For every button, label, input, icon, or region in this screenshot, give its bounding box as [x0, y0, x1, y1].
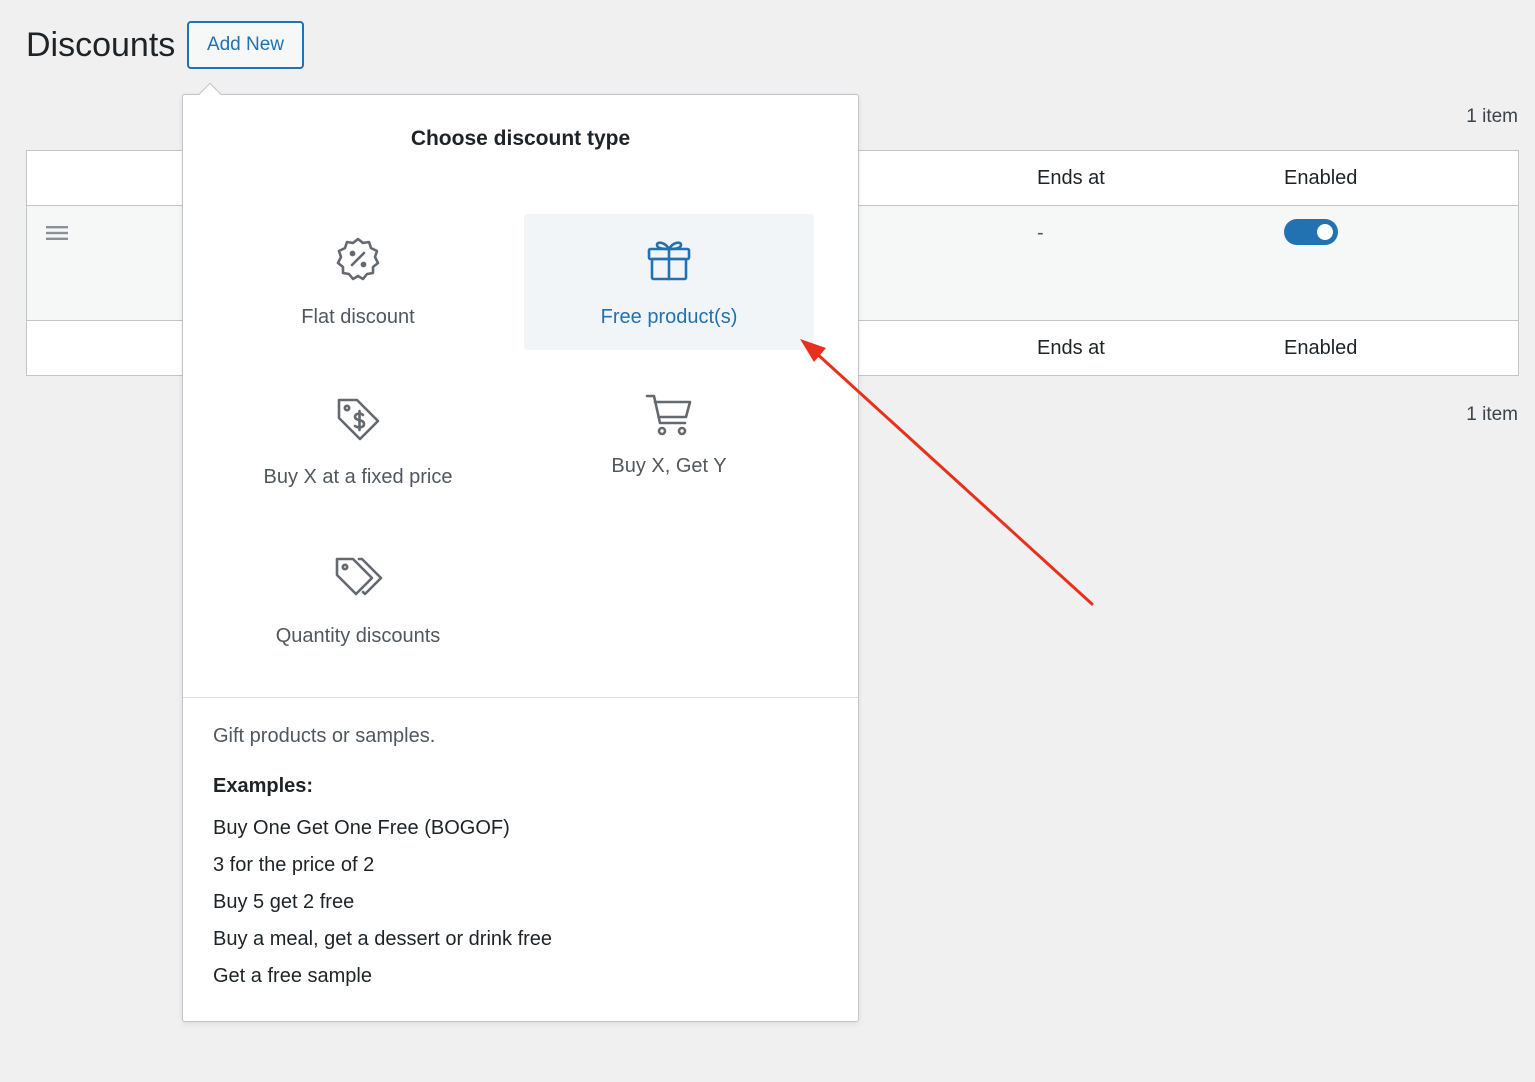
annotation-arrow — [800, 339, 1094, 606]
